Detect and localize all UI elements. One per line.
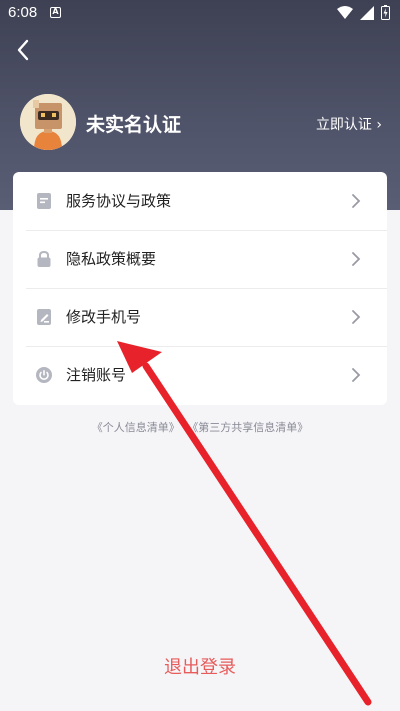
- battery-icon: [381, 5, 390, 20]
- profile-section: 未实名认证 立即认证 ›: [20, 94, 382, 154]
- menu-item-label: 注销账号: [66, 366, 127, 384]
- status-bar: 6:08 A: [0, 0, 400, 28]
- third-party-info-list-link[interactable]: 《第三方共享信息清单》: [187, 421, 308, 434]
- chevron-right-icon: [352, 368, 361, 382]
- verify-now-link[interactable]: 立即认证 ›: [316, 114, 382, 134]
- personal-info-list-link[interactable]: 《个人信息清单》: [92, 421, 180, 434]
- menu-item-service-agreement[interactable]: 服务协议与政策: [13, 172, 387, 230]
- menu-item-privacy-summary[interactable]: 隐私政策概要: [13, 230, 387, 288]
- profile-name: 未实名认证: [86, 114, 182, 136]
- system-icons: [337, 5, 390, 20]
- robot-avatar-icon: [20, 94, 76, 150]
- power-icon: [36, 367, 52, 383]
- info-list-links: 《个人信息清单》 《第三方共享信息清单》: [0, 419, 400, 435]
- back-button[interactable]: [12, 38, 36, 62]
- lock-icon: [37, 250, 51, 267]
- chevron-right-icon: [352, 194, 361, 208]
- menu-item-label: 隐私政策概要: [66, 250, 157, 268]
- document-icon: [37, 193, 51, 209]
- status-time: 6:08: [8, 4, 38, 21]
- chevron-left-icon: [17, 39, 29, 61]
- logout-button[interactable]: 退出登录: [0, 653, 400, 679]
- signal-icon: [360, 5, 374, 20]
- menu-item-delete-account[interactable]: 注销账号: [13, 346, 387, 404]
- menu-item-label: 修改手机号: [66, 308, 142, 326]
- wifi-icon: [337, 6, 353, 19]
- chevron-right-icon: [352, 310, 361, 324]
- chevron-right-icon: [352, 252, 361, 266]
- menu-item-label: 服务协议与政策: [66, 192, 172, 210]
- notification-icon: A: [50, 7, 61, 18]
- menu-item-change-phone[interactable]: 修改手机号: [13, 288, 387, 346]
- edit-phone-icon: [37, 309, 51, 325]
- settings-card: 服务协议与政策 隐私政策概要 修改手机号 注销账号: [13, 172, 387, 405]
- avatar[interactable]: [20, 94, 76, 150]
